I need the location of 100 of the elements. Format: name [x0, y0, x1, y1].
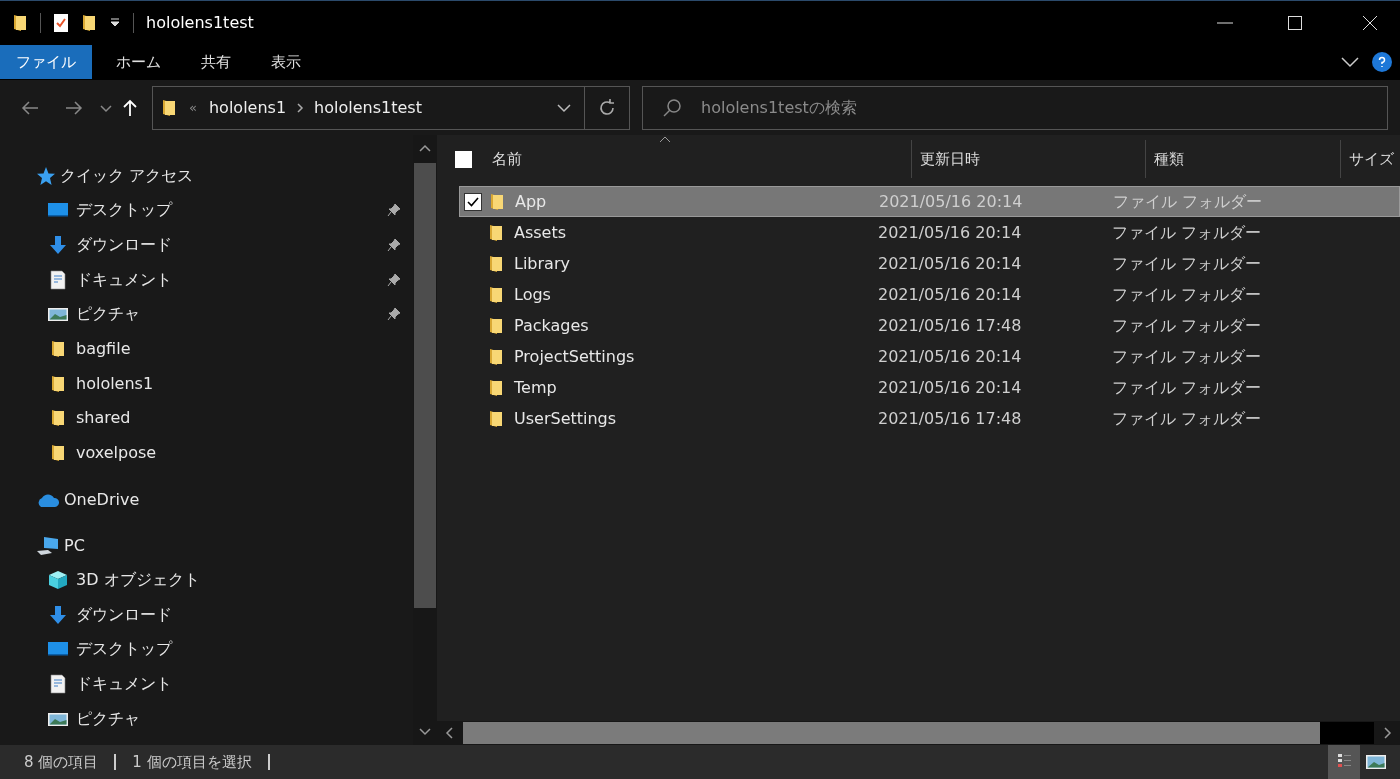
select-all-checkbox[interactable] — [455, 150, 472, 168]
help-icon[interactable] — [1372, 52, 1392, 72]
pin-icon[interactable] — [387, 238, 401, 253]
breadcrumb[interactable]: hololens1 — [208, 95, 287, 120]
nav-section[interactable]: クイック アクセス — [0, 159, 413, 193]
ribbon-tab[interactable]: 表示 — [255, 45, 317, 79]
chevron-down-icon[interactable] — [1340, 54, 1360, 70]
nav-label: ダウンロード — [76, 603, 172, 626]
file-row[interactable]: Temp 2021/05/16 20:14 ファイル フォルダー — [459, 372, 1400, 403]
item-type: ファイル フォルダー — [1112, 252, 1262, 275]
ribbon-tab[interactable]: 共有 — [185, 45, 247, 79]
file-row[interactable]: UserSettings 2021/05/16 17:48 ファイル フォルダー — [459, 403, 1400, 434]
item-type: ファイル フォルダー — [1112, 376, 1262, 399]
nav-item[interactable]: 3D オブジェクト — [0, 562, 413, 598]
item-type: ファイル フォルダー — [1113, 190, 1263, 213]
nav-label: ピクチャ — [76, 303, 140, 326]
item-type: ファイル フォルダー — [1112, 407, 1262, 430]
search-icon — [662, 97, 682, 118]
nav-section[interactable]: OneDrive — [0, 482, 413, 517]
modified-date: 2021/05/16 20:14 — [879, 190, 1024, 213]
dropdown-icon[interactable] — [109, 16, 121, 29]
refresh-icon[interactable] — [597, 97, 617, 118]
column-header[interactable]: 名前 — [484, 140, 912, 178]
search-field[interactable]: hololens1testの検索 — [642, 85, 1388, 130]
chevron-right-icon[interactable] — [1381, 727, 1393, 739]
ribbon-tab[interactable]: ファイル — [0, 45, 92, 79]
nav-label: shared — [76, 407, 131, 430]
file-name: Packages — [514, 314, 590, 337]
overflow-chevron[interactable]: « — [189, 97, 197, 118]
row-checkbox[interactable] — [464, 192, 482, 211]
nav-item[interactable]: shared — [0, 401, 413, 436]
star-icon — [36, 166, 56, 186]
nav-item[interactable]: ダウンロード — [0, 227, 413, 263]
nav-item[interactable]: ピクチャ — [0, 297, 413, 332]
nav-label: voxelpose — [76, 442, 157, 465]
file-name: Assets — [514, 221, 568, 244]
file-name: UserSettings — [514, 407, 618, 430]
nav-item[interactable]: ピクチャ — [0, 701, 413, 736]
ribbon-tab[interactable]: ホーム — [100, 45, 177, 79]
address-bar[interactable]: « hololens1 hololens1test — [152, 85, 630, 130]
computer-icon — [36, 535, 60, 556]
folder-icon — [488, 408, 504, 429]
nav-label: ピクチャ — [76, 707, 140, 730]
file-name: Temp — [514, 376, 558, 399]
column-header[interactable]: サイズ — [1341, 140, 1400, 178]
picture-icon — [1366, 754, 1386, 770]
nav-label: デスクトップ — [76, 199, 172, 222]
nav-label: bagfile — [76, 338, 131, 361]
chevron-down-icon[interactable] — [419, 725, 431, 737]
column-header[interactable]: 更新日時 — [912, 140, 1146, 178]
file-row[interactable]: ProjectSettings 2021/05/16 20:14 ファイル フォルダー — [459, 341, 1400, 372]
nav-item[interactable]: bagfile — [0, 331, 413, 367]
column-header[interactable]: 種類 — [1146, 140, 1341, 178]
folder-icon — [488, 222, 504, 243]
folder-icon — [12, 12, 28, 33]
file-row[interactable]: Library 2021/05/16 20:14 ファイル フォルダー — [459, 248, 1400, 279]
minimize-icon — [1217, 21, 1233, 24]
pin-icon[interactable] — [387, 203, 401, 218]
nav-item[interactable]: ドキュメント — [0, 666, 413, 702]
details-view-button[interactable] — [1328, 745, 1360, 779]
item-type: ファイル フォルダー — [1112, 345, 1262, 368]
nav-label: クイック アクセス — [60, 165, 194, 187]
nav-label: OneDrive — [64, 488, 140, 511]
nav-item[interactable]: ドキュメント — [0, 262, 413, 298]
selection-count: 1 個の項目を選択 — [132, 751, 252, 773]
download-arrow-icon — [48, 604, 68, 625]
pin-icon[interactable] — [387, 272, 401, 287]
file-row[interactable]: App 2021/05/16 20:14 ファイル フォルダー — [459, 186, 1400, 217]
maximize-icon — [1287, 14, 1303, 31]
nav-item[interactable]: ダウンロード — [0, 597, 413, 632]
file-name: App — [515, 190, 548, 213]
cube-icon — [48, 569, 68, 590]
window-title: hololens1test — [146, 11, 254, 34]
pin-icon[interactable] — [387, 307, 401, 322]
scrollbar-thumb[interactable] — [414, 163, 436, 608]
file-row[interactable]: Packages 2021/05/16 17:48 ファイル フォルダー — [459, 310, 1400, 341]
chevron-left-icon[interactable] — [444, 727, 456, 739]
folder-icon — [488, 377, 504, 398]
nav-label: hololens1 — [76, 372, 154, 395]
nav-label: PC — [64, 534, 85, 557]
file-name: Logs — [514, 283, 552, 306]
file-row[interactable]: Logs 2021/05/16 20:14 ファイル フォルダー — [459, 279, 1400, 310]
nav-label: 3D オブジェクト — [76, 568, 200, 591]
nav-item[interactable]: hololens1 — [0, 366, 413, 402]
nav-item[interactable]: デスクトップ — [0, 631, 413, 667]
nav-label: デスクトップ — [76, 638, 172, 661]
document-icon — [48, 673, 68, 694]
nav-item[interactable]: デスクトップ — [0, 193, 413, 228]
nav-section[interactable]: PC — [0, 528, 413, 563]
item-type: ファイル フォルダー — [1112, 283, 1262, 306]
breadcrumb[interactable]: hololens1test — [314, 95, 422, 120]
file-row[interactable]: Assets 2021/05/16 20:14 ファイル フォルダー — [459, 217, 1400, 248]
nav-label: ドキュメント — [76, 268, 172, 291]
folder-icon — [488, 346, 504, 367]
nav-item[interactable]: voxelpose — [0, 435, 413, 471]
scrollbar-thumb[interactable] — [463, 722, 1320, 744]
checklist-icon[interactable] — [53, 12, 69, 33]
folder-icon — [489, 191, 505, 212]
modified-date: 2021/05/16 20:14 — [878, 221, 1023, 244]
horizontal-scrollbar[interactable] — [437, 721, 1400, 745]
